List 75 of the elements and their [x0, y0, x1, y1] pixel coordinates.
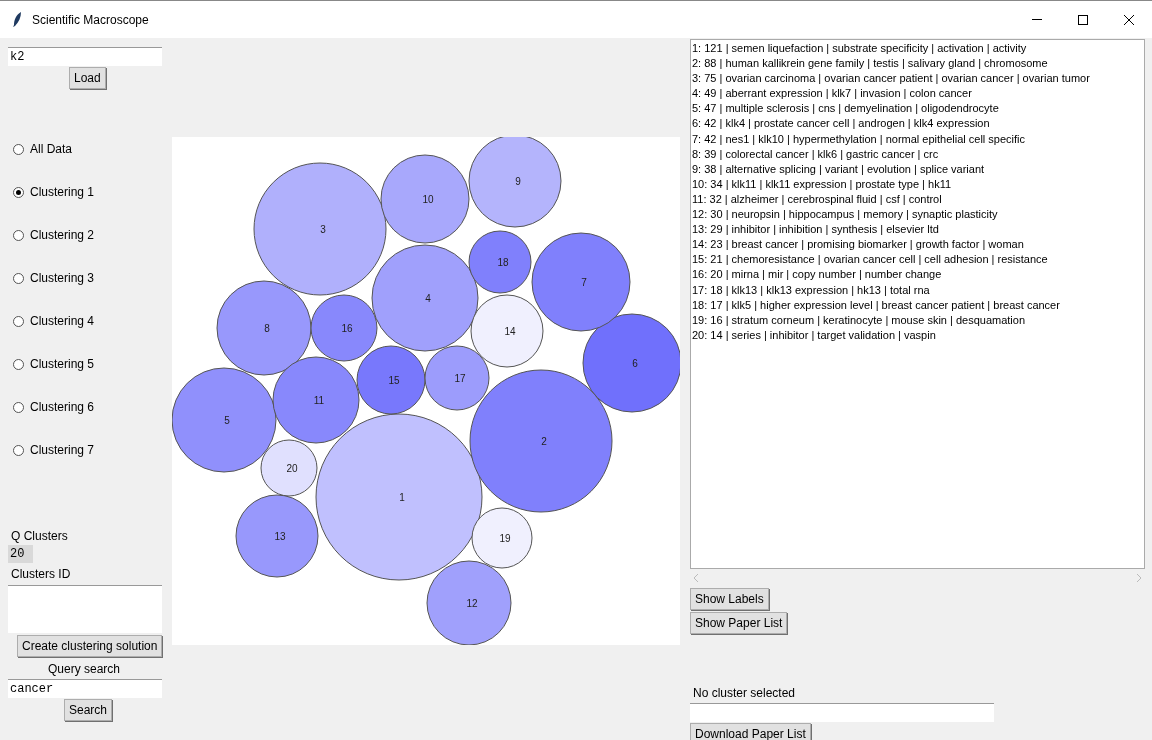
close-icon[interactable]: [1124, 14, 1134, 25]
show-labels-button[interactable]: Show Labels: [690, 588, 769, 610]
cluster-list-item[interactable]: 3: 75 | ovarian carcinoma | ovarian cancer patient | ovarian cancer | ovarian tumor: [692, 71, 1143, 87]
cluster-bubble[interactable]: 11: [272, 356, 360, 444]
radio-label[interactable]: Clustering 4: [30, 312, 95, 330]
radio-label[interactable]: Clustering 3: [30, 269, 95, 287]
cluster-bubble[interactable]: 8: [216, 280, 312, 376]
radio-label[interactable]: Clustering 7: [30, 441, 95, 459]
cluster-bubble[interactable]: 17: [424, 345, 490, 411]
cluster-listbox[interactable]: [690, 39, 1145, 569]
cluster-list-item[interactable]: 4: 49 | aberrant expression | klk7 | invasion | colon cancer: [692, 86, 1143, 102]
radio-button[interactable]: [13, 401, 24, 413]
cluster-list-item[interactable]: 1: 121 | semen liquefaction | substrate specificity | activation | activity: [692, 41, 1143, 57]
cluster-bubble[interactable]: 9: [468, 137, 562, 228]
radio-button[interactable]: [13, 229, 24, 241]
search-button[interactable]: Search: [64, 699, 113, 721]
cluster-list-item[interactable]: 5: 47 | multiple sclerosis | cns | demyelination | oligodendrocyte: [692, 101, 1143, 117]
status-text: No cluster selected: [693, 686, 797, 701]
clusters-id-label: Clusters ID: [11, 567, 72, 582]
radio-label[interactable]: Clustering 6: [30, 398, 95, 416]
cluster-list-item[interactable]: 20: 14 | series | inhibitor | target validation | vaspin: [692, 327, 1143, 343]
cluster-list-item[interactable]: 15: 21 | chemoresistance | ovarian cancer cell | cell adhesion | resistance: [692, 252, 1143, 268]
cluster-list-item[interactable]: 18: 17 | klk5 | higher expression level | breast cancer patient | breast cancer: [692, 297, 1143, 313]
radio-label[interactable]: All Data: [30, 140, 73, 158]
cluster-list-item[interactable]: 16: 20 | mirna | mir | copy number | number change: [692, 267, 1143, 283]
cluster-list-item[interactable]: 6: 42 | klk4 | prostate cancer cell | androgen | klk4 expression: [692, 116, 1143, 132]
dataset-field[interactable]: k2: [8, 47, 162, 66]
cluster-list-item[interactable]: 17: 18 | klk13 | klk13 expression | hk13 | total rna: [692, 282, 1143, 298]
download-paper-list-button[interactable]: Download Paper List: [690, 723, 811, 740]
cluster-list-item[interactable]: 8: 39 | colorectal cancer | klk6 | gastric cancer | crc: [692, 146, 1143, 162]
cluster-bubble[interactable]: 2: [469, 369, 613, 513]
cluster-list-item[interactable]: 14: 23 | breast cancer | promising biomarker | growth factor | woman: [692, 237, 1143, 253]
create-clustering-button[interactable]: Create clustering solution: [17, 635, 163, 657]
cluster-list-item[interactable]: 11: 32 | alzheimer | cerebrospinal fluid | csf | control: [692, 191, 1143, 208]
cluster-list-item[interactable]: 19: 16 | stratum corneum | keratinocyte | mouse skin | desquamation: [692, 312, 1143, 328]
q-clusters-label: Q Clusters: [11, 529, 69, 544]
radio-label[interactable]: Clustering 2: [30, 226, 95, 244]
cluster-list-item[interactable]: 7: 42 | nes1 | klk10 | hypermethylation | normal epithelial cell specific: [692, 131, 1143, 147]
cluster-bubble[interactable]: 6: [582, 313, 680, 413]
cluster-bubble[interactable]: 7: [531, 232, 631, 332]
cluster-bubble[interactable]: 20: [260, 439, 318, 497]
radio-button[interactable]: [13, 315, 24, 327]
cluster-list-item[interactable]: 12: 30 | neuropsin | hippocampus | memory | synaptic plasticity: [692, 207, 1143, 223]
radio-button[interactable]: [13, 358, 24, 370]
load-button[interactable]: Load: [69, 67, 106, 89]
cluster-list-item[interactable]: 9: 38 | alternative splicing | variant | evolution | splice variant: [692, 161, 1143, 177]
radio-button[interactable]: [13, 186, 24, 198]
cluster-list-item[interactable]: 2: 88 | human kallikrein gene family | testis | salivary gland | chromosome: [692, 56, 1143, 72]
cluster-bubble[interactable]: 18: [468, 230, 532, 294]
paper-list-field[interactable]: [690, 703, 994, 722]
cluster-bubble[interactable]: 15: [356, 345, 426, 415]
cluster-bubble[interactable]: 13: [235, 494, 319, 578]
q-clusters-value: 20: [8, 545, 33, 563]
window-title: Scientific Macroscope: [32, 11, 149, 29]
feather-icon: [13, 12, 22, 27]
cluster-bubble[interactable]: 5: [172, 367, 277, 473]
clusters-id-field[interactable]: [8, 585, 162, 633]
cluster-bubble[interactable]: 1: [315, 413, 483, 581]
cluster-bubble[interactable]: 19: [471, 507, 533, 569]
radio-label[interactable]: Clustering 5: [30, 355, 95, 373]
radio-button[interactable]: [13, 272, 24, 284]
cluster-list-item[interactable]: 13: 29 | inhibitor | inhibition | synthesis | elsevier ltd: [692, 222, 1143, 238]
query-search-label: Query search: [48, 662, 120, 677]
cluster-bubble[interactable]: 10: [380, 154, 470, 244]
radio-button[interactable]: [13, 143, 24, 155]
cluster-bubble[interactable]: 3: [253, 162, 387, 296]
show-paper-list-button[interactable]: Show Paper List: [690, 612, 788, 634]
cluster-bubble[interactable]: 4: [371, 244, 479, 352]
cluster-bubble[interactable]: 16: [310, 294, 378, 362]
cluster-bubble[interactable]: 14: [470, 294, 544, 368]
radio-button[interactable]: [13, 444, 24, 456]
cluster-list-item[interactable]: 10: 34 | klk11 | klk11 expression | prostate type | hk11: [692, 176, 1143, 192]
radio-label[interactable]: Clustering 1: [30, 183, 95, 201]
query-field[interactable]: cancer: [8, 679, 162, 698]
cluster-bubble[interactable]: 12: [426, 560, 512, 645]
